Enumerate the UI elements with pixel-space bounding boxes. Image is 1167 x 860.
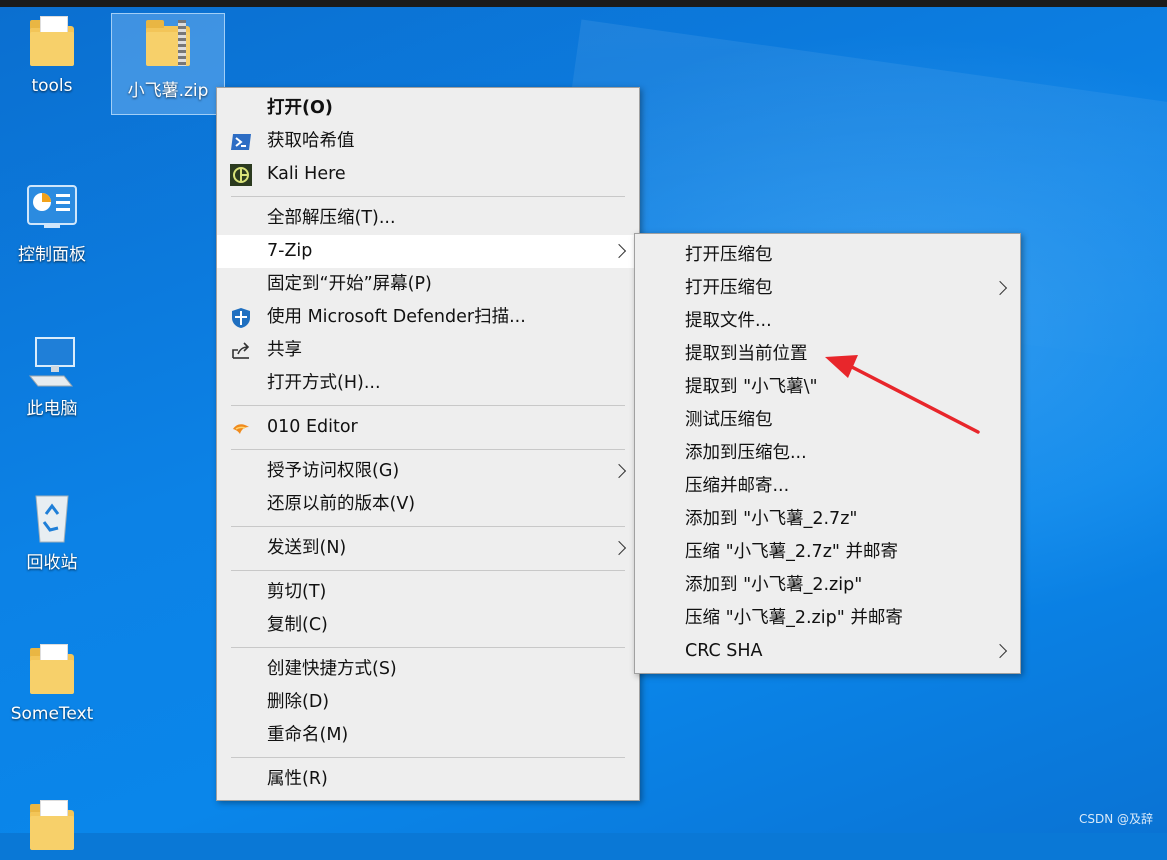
annotation-arrow bbox=[825, 355, 980, 434]
watermark: CSDN @及辞 bbox=[1078, 812, 1153, 826]
